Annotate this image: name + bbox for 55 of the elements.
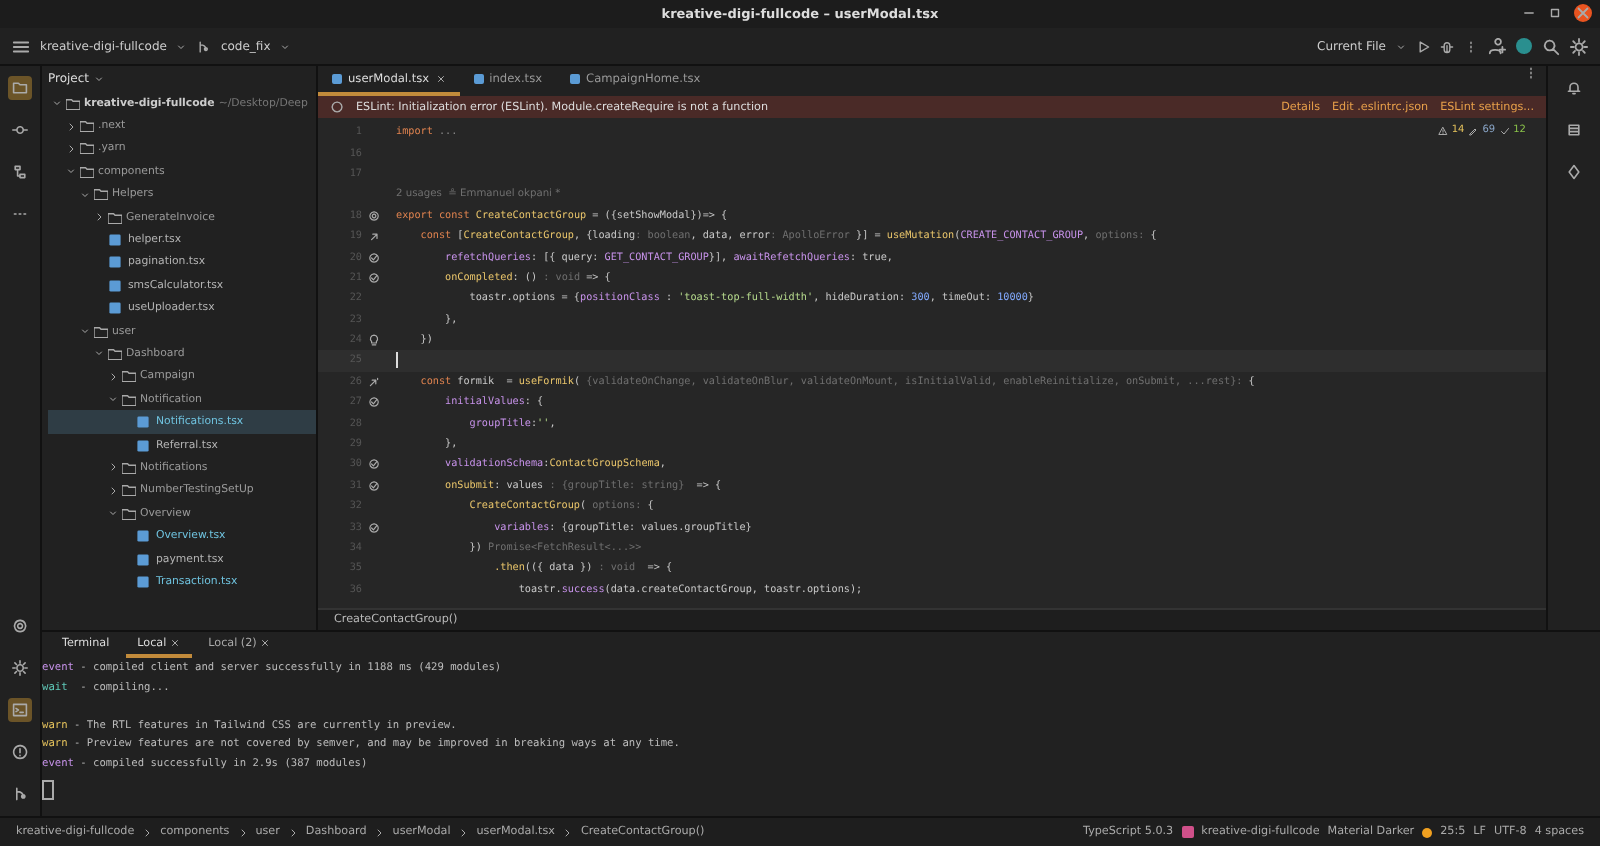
search-icon[interactable] [1542,37,1560,55]
add-user-icon[interactable] [1488,37,1506,55]
chevron-right-icon [374,827,385,837]
chevron-right-icon [287,827,298,837]
project-icon [1181,826,1194,838]
close-icon[interactable] [435,74,446,84]
chevron-down-icon [176,41,187,51]
chevron-right-icon [458,827,469,837]
more-icon[interactable] [1464,39,1478,53]
arrow-icon[interactable] [368,375,380,388]
branch-icon [196,39,211,53]
services-icon[interactable] [8,614,32,638]
terminal-icon[interactable] [8,698,32,722]
notifications-icon[interactable] [1562,76,1586,100]
close-icon[interactable] [170,638,181,648]
folder-icon[interactable] [8,76,32,100]
chevron-right-icon [237,827,248,837]
terminal-cursor [42,779,54,800]
chevron-right-icon[interactable] [108,371,118,382]
chevron-down-icon[interactable] [80,189,90,200]
problems-icon[interactable] [8,740,32,764]
settings-icon[interactable] [8,656,32,680]
chevron-down-icon [280,41,291,51]
chevron-right-icon [142,827,153,837]
error-icon [330,100,344,114]
structure-icon[interactable] [8,160,32,184]
arrow-icon[interactable] [368,230,380,243]
chevron-down-icon[interactable] [108,508,118,519]
theme-dot-icon [1422,827,1433,837]
warning-icon [1437,125,1448,135]
chevron-down-icon[interactable] [108,394,118,405]
target-icon[interactable] [368,209,380,222]
chevron-down-icon [93,74,104,84]
chevron-right-icon[interactable] [108,462,118,473]
run-icon[interactable] [1416,39,1430,53]
debug-icon[interactable] [1440,39,1454,53]
more-icon[interactable] [1524,66,1538,80]
avatar-icon[interactable] [1516,38,1532,54]
database-icon[interactable] [1562,118,1586,142]
settings-icon[interactable] [1570,37,1588,55]
typo-icon [1468,125,1479,135]
close-icon[interactable] [260,638,271,648]
chevron-right-icon [562,827,573,837]
chevron-down-icon[interactable] [52,98,62,109]
chevron-right-icon[interactable] [94,212,104,223]
chevron-right-icon[interactable] [108,485,118,496]
chevron-down-icon [1396,41,1406,51]
chevron-down-icon[interactable] [66,166,76,177]
text-cursor [396,352,398,369]
bulb-icon[interactable] [368,334,380,347]
check-icon [1499,125,1510,135]
minimize-icon[interactable] [1522,6,1536,20]
restore-icon[interactable] [1548,6,1562,20]
menu-icon[interactable] [12,37,30,55]
close-icon[interactable] [1574,4,1592,22]
